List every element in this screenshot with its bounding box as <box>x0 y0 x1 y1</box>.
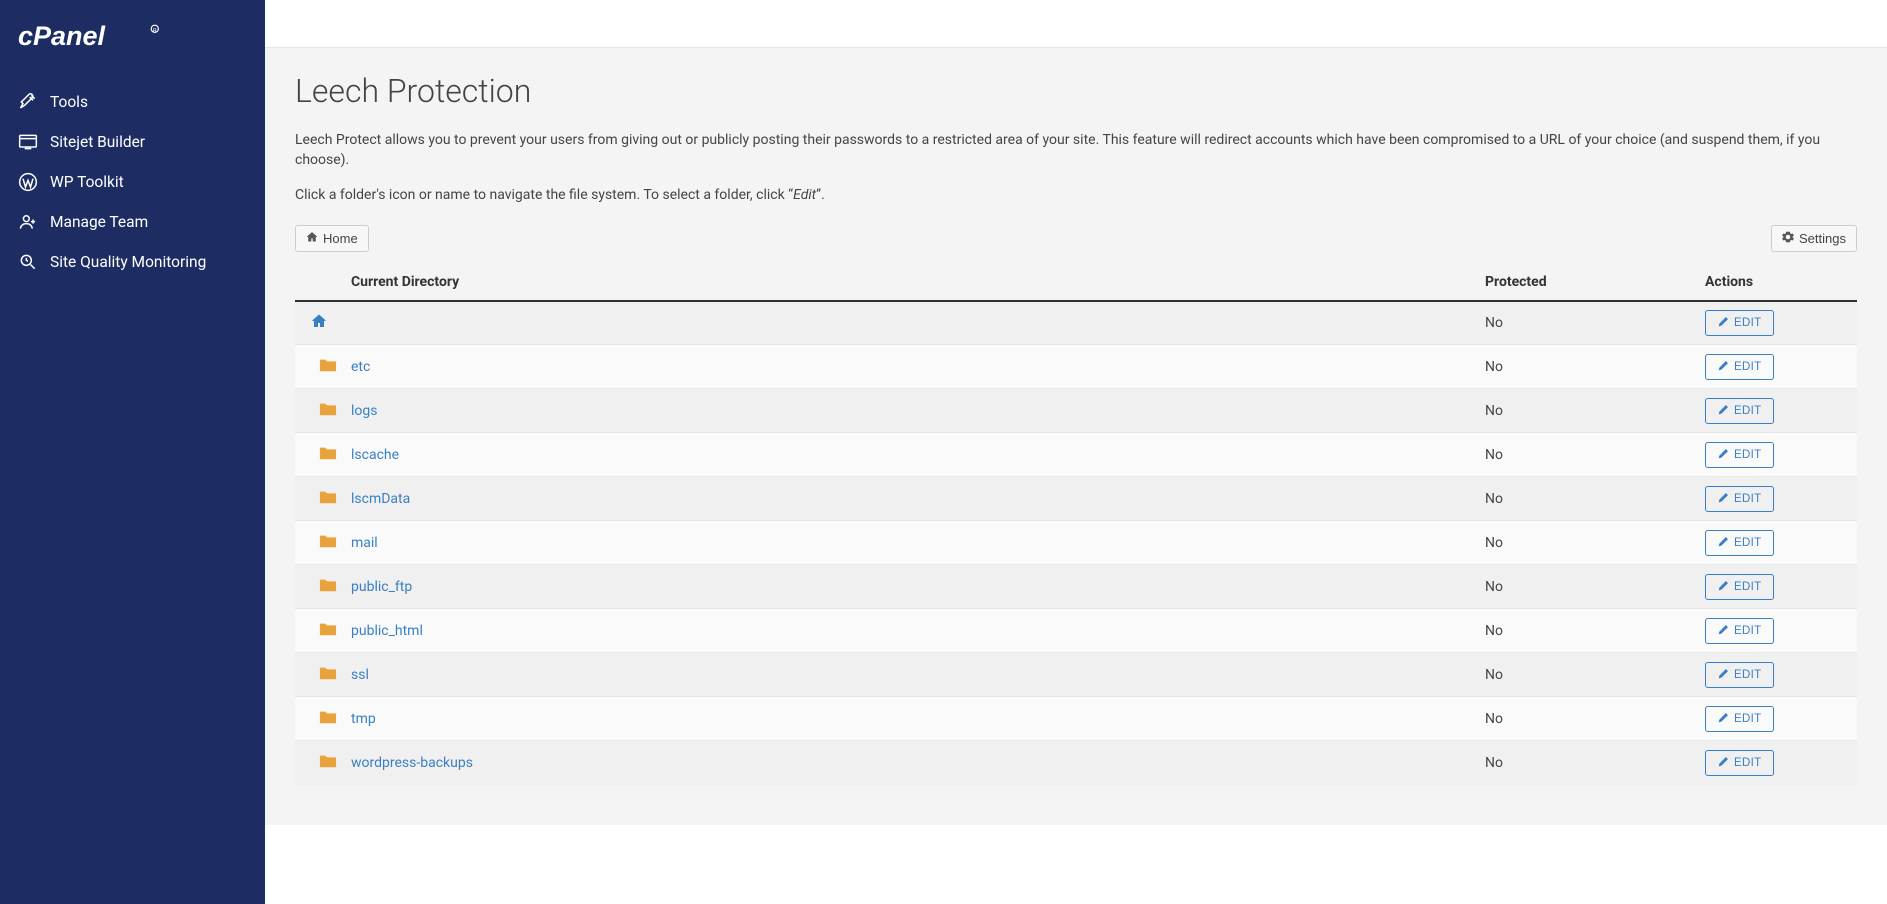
edit-button[interactable]: EDIT <box>1705 354 1774 380</box>
edit-button[interactable]: EDIT <box>1705 618 1774 644</box>
protected-value: No <box>1477 301 1697 345</box>
folder-link[interactable]: public_ftp <box>351 579 412 595</box>
sidebar-item-site-quality-monitoring[interactable]: Site Quality Monitoring <box>0 242 265 282</box>
pencil-icon <box>1718 536 1729 550</box>
folder-link[interactable]: lscmData <box>351 491 410 507</box>
home-icon[interactable] <box>311 317 327 333</box>
sidebar: cPanel R Tools Sitejet Builder WP Toolkit M… <box>0 0 265 904</box>
protected-value: No <box>1477 477 1697 521</box>
pencil-icon <box>1718 580 1729 594</box>
pencil-icon <box>1718 404 1729 418</box>
protected-value: No <box>1477 521 1697 565</box>
main-content: Leech Protection Leech Protect allows yo… <box>265 0 1887 904</box>
table-row: lscache No EDIT <box>295 433 1857 477</box>
table-row: No EDIT <box>295 301 1857 345</box>
edit-button[interactable]: EDIT <box>1705 574 1774 600</box>
edit-button[interactable]: EDIT <box>1705 750 1774 776</box>
page-title: Leech Protection <box>295 72 1857 110</box>
sitejet-icon <box>18 132 38 152</box>
sidebar-item-manage-team[interactable]: Manage Team <box>0 202 265 242</box>
folder-link[interactable]: tmp <box>351 711 376 727</box>
protected-value: No <box>1477 609 1697 653</box>
table-row: public_html No EDIT <box>295 609 1857 653</box>
table-row: public_ftp No EDIT <box>295 565 1857 609</box>
table-row: ssl No EDIT <box>295 653 1857 697</box>
edit-button[interactable]: EDIT <box>1705 662 1774 688</box>
page-description-2: Click a folder's icon or name to navigat… <box>295 185 1857 205</box>
folder-icon[interactable] <box>319 621 337 641</box>
sidebar-item-label: WP Toolkit <box>50 173 124 191</box>
toolbar: Home Settings <box>295 225 1857 252</box>
protected-value: No <box>1477 697 1697 741</box>
edit-button[interactable]: EDIT <box>1705 310 1774 336</box>
svg-text:cPanel: cPanel <box>18 21 106 51</box>
pencil-icon <box>1718 624 1729 638</box>
folder-link[interactable]: mail <box>351 535 378 551</box>
wp-icon <box>18 172 38 192</box>
sidebar-item-label: Site Quality Monitoring <box>50 253 206 271</box>
magnify-icon <box>18 252 38 272</box>
settings-button[interactable]: Settings <box>1771 225 1857 252</box>
pencil-icon <box>1718 492 1729 506</box>
cpanel-logo[interactable]: cPanel R <box>0 12 265 82</box>
folder-icon[interactable] <box>319 533 337 553</box>
folder-icon[interactable] <box>319 665 337 685</box>
top-bar <box>265 0 1887 48</box>
protected-value: No <box>1477 389 1697 433</box>
table-row: tmp No EDIT <box>295 697 1857 741</box>
edit-button[interactable]: EDIT <box>1705 398 1774 424</box>
folder-link[interactable]: ssl <box>351 667 369 683</box>
tools-icon <box>18 92 38 112</box>
svg-text:R: R <box>153 28 157 34</box>
sidebar-item-wp-toolkit[interactable]: WP Toolkit <box>0 162 265 202</box>
pencil-icon <box>1718 712 1729 726</box>
folder-icon[interactable] <box>319 401 337 421</box>
table-row: mail No EDIT <box>295 521 1857 565</box>
table-row: wordpress-backups No EDIT <box>295 741 1857 785</box>
table-header-actions: Actions <box>1697 264 1857 301</box>
edit-button[interactable]: EDIT <box>1705 442 1774 468</box>
protected-value: No <box>1477 653 1697 697</box>
directory-table: Current Directory Protected Actions No ED… <box>295 264 1857 785</box>
folder-link[interactable]: etc <box>351 359 370 375</box>
folder-link[interactable]: wordpress-backups <box>351 755 473 771</box>
table-row: lscmData No EDIT <box>295 477 1857 521</box>
gear-icon <box>1782 231 1794 246</box>
folder-link[interactable]: logs <box>351 403 377 419</box>
protected-value: No <box>1477 345 1697 389</box>
sidebar-item-sitejet-builder[interactable]: Sitejet Builder <box>0 122 265 162</box>
folder-icon[interactable] <box>319 357 337 377</box>
folder-icon[interactable] <box>319 445 337 465</box>
sidebar-item-label: Sitejet Builder <box>50 133 145 151</box>
table-row: etc No EDIT <box>295 345 1857 389</box>
sidebar-item-label: Tools <box>50 93 88 111</box>
table-header-current-directory: Current Directory <box>343 264 1477 301</box>
folder-link[interactable]: lscache <box>351 447 399 463</box>
team-icon <box>18 212 38 232</box>
edit-button[interactable]: EDIT <box>1705 530 1774 556</box>
pencil-icon <box>1718 448 1729 462</box>
edit-button[interactable]: EDIT <box>1705 486 1774 512</box>
home-icon <box>306 231 318 246</box>
pencil-icon <box>1718 668 1729 682</box>
folder-icon[interactable] <box>319 709 337 729</box>
folder-icon[interactable] <box>319 753 337 773</box>
folder-link[interactable]: public_html <box>351 623 423 639</box>
protected-value: No <box>1477 741 1697 785</box>
pencil-icon <box>1718 756 1729 770</box>
home-button[interactable]: Home <box>295 225 369 252</box>
protected-value: No <box>1477 433 1697 477</box>
pencil-icon <box>1718 316 1729 330</box>
folder-icon[interactable] <box>319 489 337 509</box>
sidebar-item-label: Manage Team <box>50 213 148 231</box>
protected-value: No <box>1477 565 1697 609</box>
table-header-protected: Protected <box>1477 264 1697 301</box>
folder-icon[interactable] <box>319 577 337 597</box>
edit-button[interactable]: EDIT <box>1705 706 1774 732</box>
pencil-icon <box>1718 360 1729 374</box>
sidebar-item-tools[interactable]: Tools <box>0 82 265 122</box>
page-description-1: Leech Protect allows you to prevent your… <box>295 130 1857 171</box>
table-row: logs No EDIT <box>295 389 1857 433</box>
